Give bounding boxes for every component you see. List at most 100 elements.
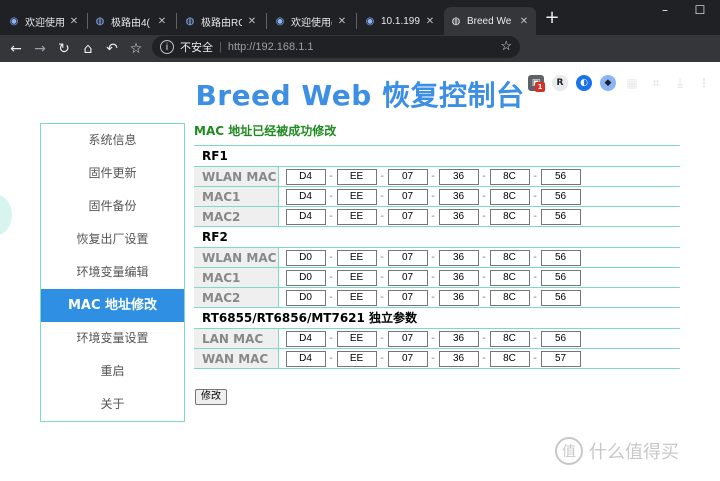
mac-octet-input[interactable]: 8C xyxy=(489,168,530,185)
mac-octet-input[interactable]: 36 xyxy=(438,188,479,205)
close-icon[interactable]: ✕ xyxy=(246,16,258,27)
sidebar-item-system-info[interactable]: 系统信息 xyxy=(41,124,184,157)
mac-octet-input[interactable]: 07 xyxy=(387,188,428,205)
mac-octet-input[interactable]: 36 xyxy=(438,289,479,306)
mac-octet-input[interactable]: 07 xyxy=(387,208,428,225)
browser-tab-active[interactable]: ◍ Breed We ✕ xyxy=(444,7,536,35)
octet-separator: - xyxy=(329,211,333,222)
mac-octet-input[interactable]: 36 xyxy=(438,330,479,347)
octet-separator: - xyxy=(533,191,537,202)
mac-octet-input[interactable]: D0 xyxy=(285,249,326,266)
sidebar-item-factory-reset[interactable]: 恢复出厂设置 xyxy=(41,223,184,256)
sidebar-item-about[interactable]: 关于 xyxy=(41,388,184,421)
octet-separator: - xyxy=(380,272,384,283)
close-icon[interactable]: ✕ xyxy=(68,16,80,27)
mac-octet-input[interactable]: 56 xyxy=(540,330,581,347)
mac-label: MAC2 xyxy=(194,206,279,227)
mac-octet-input[interactable]: 56 xyxy=(540,249,581,266)
mac-octet-input[interactable]: 56 xyxy=(540,188,581,205)
mac-octet-input[interactable]: 56 xyxy=(540,269,581,286)
router-icon: ◉ xyxy=(9,15,19,27)
mac-octet-input[interactable]: EE xyxy=(336,208,377,225)
mac-octet-input[interactable]: 8C xyxy=(489,330,530,347)
bookmark-star-icon[interactable]: ☆ xyxy=(126,39,146,59)
minimize-button[interactable]: – xyxy=(650,3,680,17)
back-icon[interactable]: ← xyxy=(6,39,26,59)
mac-octet-input[interactable]: 36 xyxy=(438,350,479,367)
browser-tab[interactable]: ◉ 欢迎使用( ✕ xyxy=(268,7,354,35)
mac-octet-input[interactable]: D0 xyxy=(285,289,326,306)
address-bar[interactable]: i 不安全 | http://192.168.1.1 ☆ xyxy=(152,36,520,58)
octet-separator: - xyxy=(431,333,435,344)
mac-octet-input[interactable]: D0 xyxy=(285,269,326,286)
close-icon[interactable]: ✕ xyxy=(156,16,168,27)
mac-octet-input[interactable]: 36 xyxy=(438,269,479,286)
sidebar-item-mac-modify[interactable]: MAC 地址修改 xyxy=(41,289,184,322)
mac-octet-input[interactable]: 07 xyxy=(387,330,428,347)
mac-octet-input[interactable]: EE xyxy=(336,188,377,205)
undo-icon[interactable]: ↶ xyxy=(102,39,122,59)
mac-octet-input[interactable]: D4 xyxy=(285,188,326,205)
sidebar-item-env-settings[interactable]: 环境变量设置 xyxy=(41,322,184,355)
home-icon[interactable]: ⌂ xyxy=(78,39,98,59)
mac-octet-input[interactable]: EE xyxy=(336,330,377,347)
mac-octet-input[interactable]: 07 xyxy=(387,269,428,286)
mac-octet-input[interactable]: 07 xyxy=(387,168,428,185)
new-tab-button[interactable]: + xyxy=(542,8,562,28)
info-icon[interactable]: i xyxy=(160,40,174,54)
browser-tab[interactable]: ◍ 极路由4( ✕ xyxy=(88,7,174,35)
mac-octet-input[interactable]: 56 xyxy=(540,289,581,306)
mac-octet-input[interactable]: 8C xyxy=(489,350,530,367)
mac-row: LAN MAC D4- EE -07-36-8C -56 xyxy=(194,328,680,349)
mac-octet-input[interactable]: EE xyxy=(336,168,377,185)
browser-tab[interactable]: ◉ 10.1.199. ✕ xyxy=(358,7,442,35)
mac-octet-input[interactable]: EE xyxy=(336,249,377,266)
tab-label: 10.1.199. xyxy=(381,15,420,27)
mac-octet-input[interactable]: D4 xyxy=(285,168,326,185)
close-icon[interactable]: ✕ xyxy=(336,16,348,27)
sidebar-item-env-edit[interactable]: 环境变量编辑 xyxy=(41,256,184,289)
forward-icon[interactable]: → xyxy=(30,39,50,59)
mac-octet-input[interactable]: EE xyxy=(336,269,377,286)
mac-octet-input[interactable]: EE xyxy=(336,289,377,306)
success-message: MAC 地址已经被成功修改 xyxy=(194,120,680,146)
mac-octet-input[interactable]: 8C xyxy=(489,269,530,286)
mac-octet-input[interactable]: D4 xyxy=(285,208,326,225)
bookmark-star-icon[interactable]: ☆ xyxy=(500,38,512,54)
mac-octet-input[interactable]: 57 xyxy=(540,350,581,367)
mac-octet-input[interactable]: 8C xyxy=(489,249,530,266)
mac-octet-input[interactable]: 36 xyxy=(438,249,479,266)
mac-octet-input[interactable]: 07 xyxy=(387,249,428,266)
mac-octet-input[interactable]: D4 xyxy=(285,330,326,347)
mac-octet-input[interactable]: 8C xyxy=(489,208,530,225)
globe-icon: ◍ xyxy=(451,15,461,27)
mac-octet-input[interactable]: 56 xyxy=(540,208,581,225)
octet-separator: - xyxy=(482,171,486,182)
mac-row: MAC2 D0- EE -07-36-8C -56 xyxy=(194,287,680,308)
mac-octet-input[interactable]: D4 xyxy=(285,350,326,367)
reload-icon[interactable]: ↻ xyxy=(54,39,74,59)
mac-octet-input[interactable]: EE xyxy=(336,350,377,367)
mac-octet-input[interactable]: 8C xyxy=(489,188,530,205)
octet-separator: - xyxy=(380,333,384,344)
sidebar-item-firmware-update[interactable]: 固件更新 xyxy=(41,157,184,190)
modify-button[interactable]: 修改 xyxy=(195,389,227,405)
mac-octet-input[interactable]: 8C xyxy=(489,289,530,306)
close-icon[interactable]: ✕ xyxy=(424,16,436,27)
octet-separator: - xyxy=(329,333,333,344)
maximize-button[interactable]: ☐ xyxy=(685,3,715,17)
mac-octet-input[interactable]: 36 xyxy=(438,168,479,185)
octet-separator: - xyxy=(431,292,435,303)
close-icon[interactable]: ✕ xyxy=(518,16,530,27)
sidebar-item-firmware-backup[interactable]: 固件备份 xyxy=(41,190,184,223)
tab-divider xyxy=(266,13,267,29)
browser-tab[interactable]: ◉ 欢迎使用( ✕ xyxy=(2,7,86,35)
mac-octet-input[interactable]: 36 xyxy=(438,208,479,225)
sidebar-item-reboot[interactable]: 重启 xyxy=(41,355,184,388)
mac-octet-input[interactable]: 56 xyxy=(540,168,581,185)
mac-octet-input[interactable]: 07 xyxy=(387,289,428,306)
browser-tab[interactable]: ◍ 极路由RO ✕ xyxy=(178,7,264,35)
mac-octets: D4- EE -07-36-8C -57 xyxy=(278,349,680,369)
url-text[interactable]: http://192.168.1.1 xyxy=(228,41,314,53)
mac-octet-input[interactable]: 07 xyxy=(387,350,428,367)
